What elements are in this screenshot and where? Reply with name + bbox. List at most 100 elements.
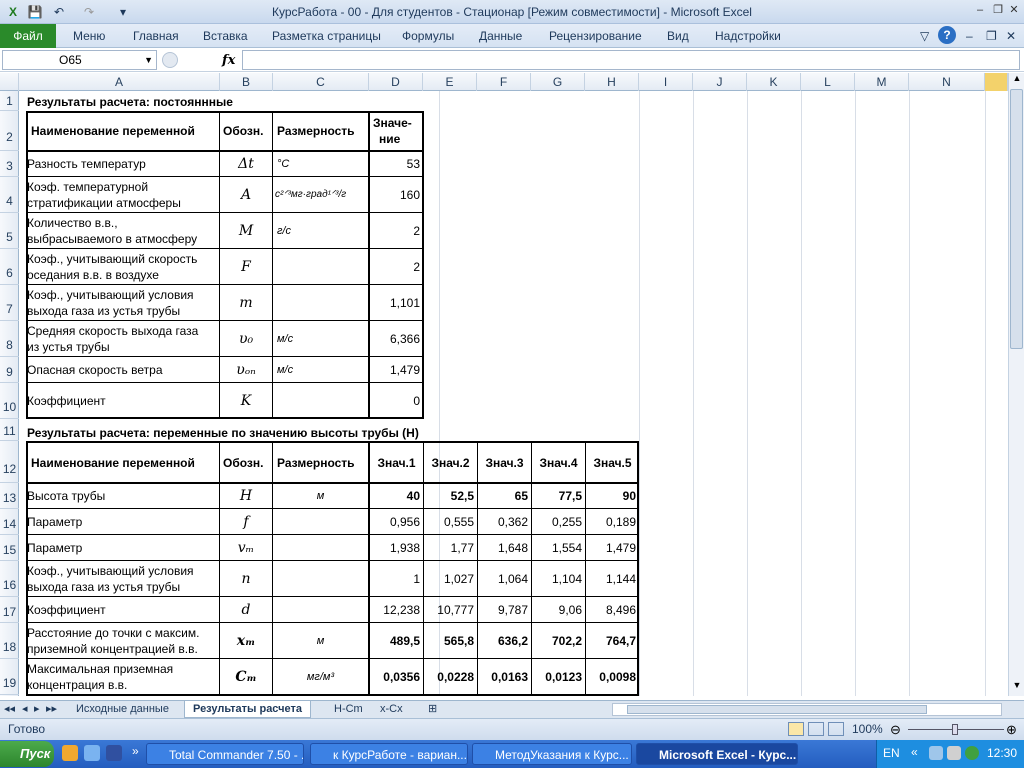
scroll-down-icon[interactable]: ▼ xyxy=(1010,680,1024,694)
page-break-view-icon[interactable] xyxy=(828,722,844,736)
horizontal-scroll-thumb[interactable] xyxy=(627,705,927,714)
minimize-icon[interactable]: – xyxy=(972,2,988,18)
column-header[interactable]: D xyxy=(369,73,423,91)
sheet-nav-next-icon[interactable]: ▸ xyxy=(32,701,42,718)
taskbar-item-excel[interactable]: Microsoft Excel - Курс... xyxy=(636,743,798,765)
tray-icon[interactable] xyxy=(929,746,943,760)
tray-expand-icon[interactable]: « xyxy=(911,745,918,759)
sheet-tab-input-data[interactable]: Исходные данные xyxy=(68,701,177,718)
column-header[interactable]: H xyxy=(585,73,639,91)
select-all-corner[interactable] xyxy=(0,73,19,91)
column-header[interactable]: A xyxy=(19,73,220,91)
quicklaunch-more-icon[interactable]: » xyxy=(132,744,139,758)
zoom-level[interactable]: 100% xyxy=(852,722,883,736)
row-header[interactable]: 7 xyxy=(0,285,19,321)
row-header[interactable]: 1 xyxy=(0,91,19,111)
help-icon[interactable]: ? xyxy=(938,26,956,44)
horizontal-scrollbar[interactable] xyxy=(612,703,1002,716)
workbook-minimize-icon[interactable]: – xyxy=(966,29,973,43)
column-header[interactable]: I xyxy=(639,73,693,91)
tab-insert[interactable]: Вставка xyxy=(203,29,248,43)
scroll-thumb[interactable] xyxy=(1010,89,1023,349)
column-header[interactable]: J xyxy=(693,73,747,91)
row-header[interactable]: 6 xyxy=(0,249,19,285)
start-button[interactable]: Пуск xyxy=(0,741,54,767)
column-header[interactable]: F xyxy=(477,73,531,91)
taskbar-item-word-coursework[interactable]: к КурсРаботе - вариан... xyxy=(310,743,468,765)
workbook-close-icon[interactable]: ✕ xyxy=(1006,29,1016,43)
zoom-in-icon[interactable]: ⊕ xyxy=(1006,722,1017,738)
column-header[interactable]: L xyxy=(801,73,855,91)
zoom-out-icon[interactable]: ⊖ xyxy=(890,722,901,738)
tray-icon[interactable] xyxy=(965,746,979,760)
sheet-tab-h-cm[interactable]: H-Cm xyxy=(326,701,371,718)
column-header[interactable]: G xyxy=(531,73,585,91)
ribbon-collapse-icon[interactable]: ▽ xyxy=(920,29,929,43)
quicklaunch-icon[interactable] xyxy=(106,745,122,761)
tab-file[interactable]: Файл xyxy=(0,24,56,48)
row-value: 702,2 xyxy=(551,634,582,648)
row-header[interactable]: 14 xyxy=(0,509,19,535)
row-header[interactable]: 19 xyxy=(0,659,19,695)
tab-data[interactable]: Данные xyxy=(479,29,522,43)
row-header[interactable]: 11 xyxy=(0,419,19,441)
row-header[interactable]: 5 xyxy=(0,213,19,249)
restore-icon[interactable]: ❐ xyxy=(990,2,1006,18)
sheet-tab-results[interactable]: Результаты расчета xyxy=(184,701,312,718)
tab-view[interactable]: Вид xyxy=(667,29,689,43)
row-symbol: vₘ xyxy=(237,540,255,556)
formula-input[interactable] xyxy=(242,50,1020,70)
insert-sheet-icon[interactable]: ⊞ xyxy=(420,701,445,718)
tab-addins[interactable]: Надстройки xyxy=(715,29,781,43)
row-header[interactable]: 16 xyxy=(0,561,19,597)
row-header[interactable]: 2 xyxy=(0,111,19,151)
row-header[interactable]: 4 xyxy=(0,177,19,213)
row-header[interactable]: 8 xyxy=(0,321,19,357)
language-indicator[interactable]: EN xyxy=(883,746,900,760)
row-header[interactable]: 10 xyxy=(0,383,19,419)
taskbar-item-total-commander[interactable]: Total Commander 7.50 - ... xyxy=(146,743,304,765)
status-bar: Готово 100% ⊖ ⊕ xyxy=(0,718,1024,740)
scroll-up-icon[interactable]: ▲ xyxy=(1010,73,1024,87)
chevron-down-icon[interactable]: ▼ xyxy=(144,51,153,69)
page-layout-view-icon[interactable] xyxy=(808,722,824,736)
worksheet-grid[interactable]: Результаты расчета: постояннные Наименов… xyxy=(19,91,1008,696)
row-header[interactable]: 17 xyxy=(0,597,19,623)
sheet-nav-last-icon[interactable]: ▸▸ xyxy=(44,701,59,718)
close-icon[interactable]: ✕ xyxy=(1006,2,1022,18)
name-box[interactable]: O65 ▼ xyxy=(2,50,157,70)
row-header[interactable]: 13 xyxy=(0,483,19,509)
quicklaunch-icon[interactable] xyxy=(84,745,100,761)
insert-function-icon[interactable]: fx xyxy=(222,53,235,68)
tab-page-layout[interactable]: Разметка страницы xyxy=(272,29,381,43)
row-header[interactable]: 18 xyxy=(0,623,19,659)
column-header[interactable]: B xyxy=(220,73,273,91)
tab-review[interactable]: Рецензирование xyxy=(549,29,642,43)
tab-formulas[interactable]: Формулы xyxy=(402,29,454,43)
row-header[interactable]: 12 xyxy=(0,441,19,483)
column-header[interactable]: N xyxy=(909,73,985,91)
sheet-tab-x-cx[interactable]: x-Cx xyxy=(372,701,411,718)
row-unit: мг/м³ xyxy=(306,671,335,683)
column-header-o[interactable] xyxy=(985,73,1008,91)
row-unit: м xyxy=(316,635,325,647)
workbook-restore-icon[interactable]: ❐ xyxy=(986,29,997,43)
row-header[interactable]: 9 xyxy=(0,357,19,383)
sheet-nav-first-icon[interactable]: ◂◂ xyxy=(2,701,17,718)
vertical-scrollbar[interactable]: ▲ ▼ xyxy=(1008,73,1024,696)
column-header[interactable]: E xyxy=(423,73,477,91)
quicklaunch-icon[interactable] xyxy=(62,745,78,761)
normal-view-icon[interactable] xyxy=(788,722,804,736)
row-header[interactable]: 3 xyxy=(0,151,19,177)
column-header[interactable]: M xyxy=(855,73,909,91)
formula-bar-toggle[interactable] xyxy=(162,52,178,68)
tray-icon[interactable] xyxy=(947,746,961,760)
zoom-slider-thumb[interactable] xyxy=(952,724,958,735)
tab-menu[interactable]: Меню xyxy=(73,29,105,43)
row-header[interactable]: 15 xyxy=(0,535,19,561)
column-header[interactable]: K xyxy=(747,73,801,91)
tab-home[interactable]: Главная xyxy=(133,29,179,43)
taskbar-item-word-guidelines[interactable]: МетодУказания к Курс... xyxy=(472,743,632,765)
column-header[interactable]: C xyxy=(273,73,369,91)
sheet-nav-prev-icon[interactable]: ◂ xyxy=(20,701,30,718)
